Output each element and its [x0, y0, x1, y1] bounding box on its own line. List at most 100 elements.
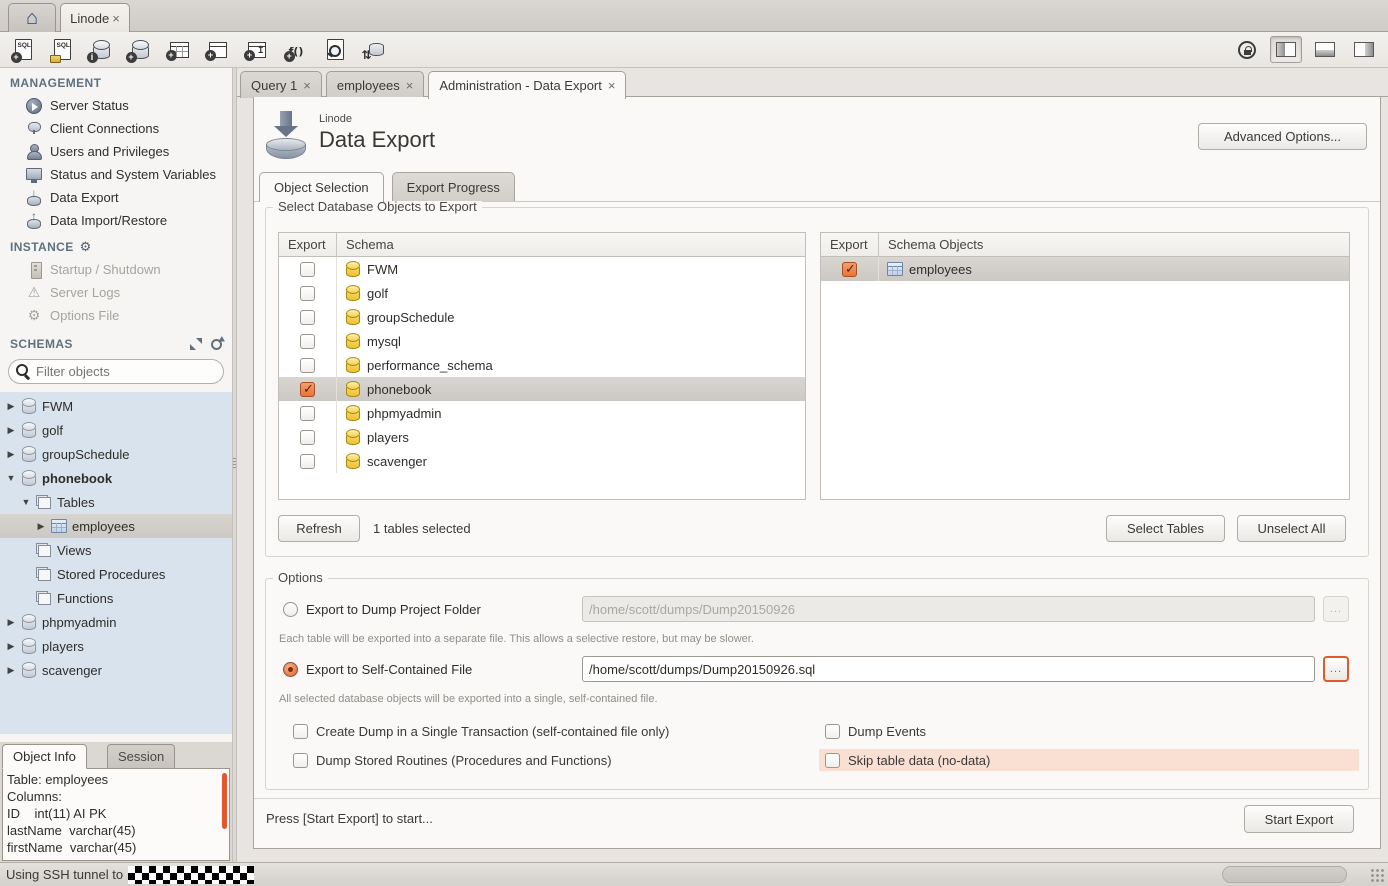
expander-collapsed-icon[interactable]: ▶ — [6, 425, 16, 436]
table-row-fwm[interactable]: FWM — [279, 257, 805, 281]
select-tables-button[interactable]: Select Tables — [1106, 515, 1225, 542]
export-checkbox[interactable] — [300, 454, 315, 469]
table-row-scavenger[interactable]: scavenger — [279, 449, 805, 473]
start-export-button[interactable]: Start Export — [1244, 805, 1354, 833]
toolbar-button-create-table[interactable]: + — [164, 35, 194, 65]
toolbar-button-connection-lock[interactable] — [1231, 36, 1263, 63]
export-checkbox[interactable] — [842, 262, 857, 277]
sidebar-item-data-export[interactable]: Data Export — [0, 186, 232, 209]
export-self-contained-option[interactable]: Export to Self-Contained File — [283, 656, 472, 682]
toolbar-button-toggle-left-sidebar[interactable] — [1270, 36, 1302, 63]
table-row-groupschedule[interactable]: groupSchedule — [279, 305, 805, 329]
self-contained-browse-button[interactable]: ... — [1323, 656, 1349, 682]
horizontal-scrollbar[interactable] — [1222, 866, 1347, 883]
expander-collapsed-icon[interactable]: ▶ — [6, 665, 16, 676]
export-checkbox[interactable] — [300, 286, 315, 301]
table-row-mysql[interactable]: mysql — [279, 329, 805, 353]
close-icon[interactable]: × — [112, 11, 120, 26]
toolbar-button-toggle-right-sidebar[interactable] — [1348, 36, 1380, 63]
tree-item-views[interactable]: Views — [0, 538, 232, 562]
unselect-all-button[interactable]: Unselect All — [1237, 515, 1346, 542]
checkbox[interactable] — [825, 753, 840, 768]
toolbar-button-new-sql-tab[interactable]: SQL+ — [8, 35, 38, 65]
expander-collapsed-icon[interactable]: ▶ — [6, 641, 16, 652]
tree-item-golf[interactable]: ▶golf — [0, 418, 232, 442]
table-row-employees[interactable]: employees — [821, 257, 1349, 281]
tab-query-1[interactable]: Query 1× — [240, 71, 322, 98]
toolbar-button-create-function[interactable]: f()+ — [281, 35, 311, 65]
self-contained-radio[interactable] — [283, 662, 298, 677]
table-row-players[interactable]: players — [279, 425, 805, 449]
tree-item-fwm[interactable]: ▶FWM — [0, 394, 232, 418]
export-dump-folder-option[interactable]: Export to Dump Project Folder — [283, 596, 481, 622]
tab-object-selection[interactable]: Object Selection — [259, 172, 384, 202]
dump-folder-path-input[interactable] — [582, 596, 1315, 622]
expander-collapsed-icon[interactable]: ▶ — [6, 401, 16, 412]
toolbar-button-create-view[interactable]: + — [203, 35, 233, 65]
tree-item-groupschedule[interactable]: ▶groupSchedule — [0, 442, 232, 466]
sidebar-item-users-and-privileges[interactable]: Users and Privileges — [0, 140, 232, 163]
sidebar-item-client-connections[interactable]: Client Connections — [0, 117, 232, 140]
export-checkbox[interactable] — [300, 382, 315, 397]
advanced-options-button[interactable]: Advanced Options... — [1198, 123, 1367, 150]
tab-export-progress[interactable]: Export Progress — [392, 172, 515, 201]
toolbar-button-reconnect-dbms[interactable] — [359, 35, 389, 65]
sidebar-item-server-status[interactable]: Server Status — [0, 94, 232, 117]
close-icon[interactable]: × — [608, 78, 616, 93]
tree-item-stored-procedures[interactable]: Stored Procedures — [0, 562, 232, 586]
close-icon[interactable]: × — [303, 78, 311, 93]
option-dump-events[interactable]: Dump Events — [819, 720, 1359, 742]
toolbar-button-toggle-output-area[interactable] — [1309, 36, 1341, 63]
tree-item-scavenger[interactable]: ▶scavenger — [0, 658, 232, 682]
home-tab[interactable]: ⌂ — [8, 3, 56, 32]
toolbar-button-open-sql-script[interactable]: SQL — [47, 35, 77, 65]
option-dump-stored-routines-procedures-and-functions[interactable]: Dump Stored Routines (Procedures and Fun… — [287, 749, 807, 771]
sidebar-splitter[interactable] — [232, 68, 237, 862]
dump-folder-browse-button[interactable]: ... — [1323, 596, 1349, 622]
table-row-performance-schema[interactable]: performance_schema — [279, 353, 805, 377]
self-contained-path-input[interactable] — [582, 656, 1315, 682]
expander-expanded-icon[interactable]: ▼ — [21, 497, 31, 507]
export-checkbox[interactable] — [300, 358, 315, 373]
toolbar-button-create-procedure[interactable]: + — [242, 35, 272, 65]
tree-item-phonebook[interactable]: ▼phonebook — [0, 466, 232, 490]
tree-item-players[interactable]: ▶players — [0, 634, 232, 658]
export-checkbox[interactable] — [300, 262, 315, 277]
tab-object-info[interactable]: Object Info — [2, 744, 87, 769]
checkbox[interactable] — [293, 753, 308, 768]
expander-expanded-icon[interactable]: ▼ — [6, 473, 16, 483]
expander-collapsed-icon[interactable]: ▶ — [6, 617, 16, 628]
dump-folder-radio[interactable] — [283, 602, 298, 617]
expander-collapsed-icon[interactable]: ▶ — [36, 521, 46, 532]
tab-administration-data-export[interactable]: Administration - Data Export× — [428, 71, 626, 99]
object-info-scrollbar[interactable] — [222, 773, 227, 829]
export-checkbox[interactable] — [300, 310, 315, 325]
option-skip-table-data-no-data[interactable]: Skip table data (no-data) — [819, 749, 1359, 771]
tree-item-phpmyadmin[interactable]: ▶phpmyadmin — [0, 610, 232, 634]
connection-tab-linode[interactable]: Linode × — [60, 3, 130, 32]
option-create-dump-in-a-single-transaction-self-contained-file-only[interactable]: Create Dump in a Single Transaction (sel… — [287, 720, 807, 742]
toolbar-button-search-table-data[interactable] — [320, 35, 350, 65]
close-icon[interactable]: × — [406, 78, 414, 93]
tab-session[interactable]: Session — [107, 744, 175, 769]
refresh-schemas-icon[interactable] — [211, 339, 222, 350]
sidebar-item-data-import-restore[interactable]: Data Import/Restore — [0, 209, 232, 232]
toolbar-button-inspect-database[interactable]: i — [86, 35, 116, 65]
table-row-golf[interactable]: golf — [279, 281, 805, 305]
tab-employees[interactable]: employees× — [326, 71, 424, 98]
resize-grip-icon[interactable] — [1370, 868, 1385, 883]
table-row-phpmyadmin[interactable]: phpmyadmin — [279, 401, 805, 425]
sidebar-item-status-and-system-variables[interactable]: Status and System Variables — [0, 163, 232, 186]
export-checkbox[interactable] — [300, 334, 315, 349]
refresh-button[interactable]: Refresh — [278, 515, 360, 542]
expander-collapsed-icon[interactable]: ▶ — [6, 449, 16, 460]
schema-filter-input[interactable] — [8, 359, 224, 384]
table-row-phonebook[interactable]: phonebook — [279, 377, 805, 401]
tree-item-tables[interactable]: ▼Tables — [0, 490, 232, 514]
expand-schemas-icon[interactable] — [190, 338, 202, 350]
export-checkbox[interactable] — [300, 406, 315, 421]
checkbox[interactable] — [293, 724, 308, 739]
tree-item-employees[interactable]: ▶employees — [0, 514, 232, 538]
export-checkbox[interactable] — [300, 430, 315, 445]
checkbox[interactable] — [825, 724, 840, 739]
